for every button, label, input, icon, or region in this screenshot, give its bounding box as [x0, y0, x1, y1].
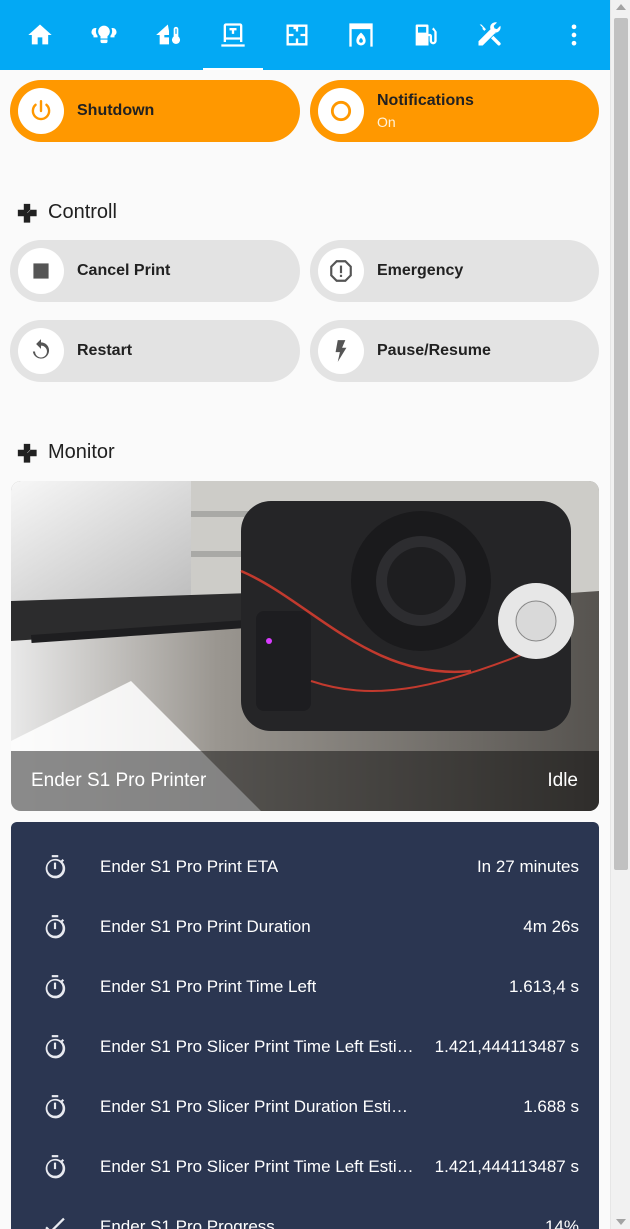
cancel-print-label: Cancel Print: [77, 262, 171, 279]
tools-icon: [478, 22, 501, 46]
ring-icon: [318, 88, 364, 134]
entity-row[interactable]: Ender S1 Pro Slicer Print Time Left Esti…: [11, 1017, 599, 1077]
fireplace-icon: [349, 23, 373, 47]
lightbulb-group-icon: [91, 25, 117, 44]
floor-plan-icon: [286, 24, 308, 46]
pause-resume-label: Pause/Resume: [377, 342, 491, 359]
timer-icon: [42, 914, 68, 940]
controll-section-title: Controll: [16, 201, 117, 224]
printer-3d-icon: [221, 23, 245, 47]
entity-name: Ender S1 Pro Slicer Print Time Left Esti…: [100, 1037, 422, 1056]
scroll-up-arrow[interactable]: [616, 4, 626, 10]
tab-floorplan[interactable]: [267, 0, 327, 70]
stop-icon: [18, 248, 64, 294]
tab-tools[interactable]: [459, 0, 519, 70]
entity-name: Ender S1 Pro Print Duration: [100, 917, 311, 936]
entities-card: Ender S1 Pro Print ETA In 27 minutes End…: [11, 822, 599, 1229]
entity-name: Ender S1 Pro Slicer Print Duration Estim…: [100, 1097, 422, 1116]
tab-home[interactable]: [10, 0, 70, 70]
pause-resume-button[interactable]: Pause/Resume: [310, 320, 599, 382]
monitor-section-title: Monitor: [16, 441, 115, 464]
home-icon: [28, 24, 52, 45]
timer-icon: [42, 1034, 68, 1060]
gamepad-icon: [17, 443, 37, 463]
cancel-print-button[interactable]: Cancel Print: [10, 240, 300, 302]
entity-name: Ender S1 Pro Progress: [100, 1217, 275, 1229]
tab-fuel[interactable]: [395, 0, 455, 70]
tab-printer[interactable]: [203, 0, 263, 70]
dots-vertical-icon: [571, 24, 577, 46]
scrollbar-thumb[interactable]: [614, 18, 628, 870]
gas-station-icon: [415, 24, 437, 46]
home-thermometer-icon: [156, 24, 181, 45]
notifications-state: On: [377, 114, 396, 130]
timer-icon: [42, 1154, 68, 1180]
entity-row[interactable]: Ender S1 Pro Print Time Left 1.613,4 s: [11, 957, 599, 1017]
scroll-down-arrow[interactable]: [616, 1219, 626, 1225]
notifications-label: Notifications: [377, 92, 474, 109]
entity-row[interactable]: Ender S1 Pro Slicer Print Time Left Esti…: [11, 1137, 599, 1197]
timer-icon: [42, 1094, 68, 1120]
restart-label: Restart: [77, 342, 133, 359]
progress-icon: [42, 1214, 68, 1229]
scrollbar[interactable]: [610, 0, 630, 1229]
gamepad-icon: [17, 203, 37, 223]
shutdown-label: Shutdown: [77, 102, 155, 119]
camera-state: Idle: [547, 770, 578, 791]
power-icon: [18, 88, 64, 134]
emergency-button[interactable]: Emergency: [310, 240, 599, 302]
timer-icon: [42, 974, 68, 1000]
controll-title-text: Controll: [48, 201, 117, 223]
entity-row[interactable]: Ender S1 Pro Progress 14%: [11, 1197, 599, 1229]
entity-name: Ender S1 Pro Print Time Left: [100, 977, 317, 996]
entity-value: 1.613,4 s: [509, 977, 579, 996]
camera-caption: Ender S1 Pro Printer Idle: [11, 751, 599, 811]
entity-value: 1.421,444113487 s: [434, 1157, 579, 1176]
entity-name: Ender S1 Pro Print ETA: [100, 857, 279, 876]
entity-value: 14%: [544, 1217, 579, 1229]
restart-icon: [18, 328, 64, 374]
entity-row[interactable]: Ender S1 Pro Slicer Print Duration Estim…: [11, 1077, 599, 1137]
emergency-label: Emergency: [377, 262, 464, 279]
camera-card[interactable]: Ender S1 Pro Printer Idle: [11, 481, 599, 811]
top-app-bar: [0, 0, 610, 70]
entity-value: 1.421,444113487 s: [434, 1037, 579, 1056]
timer-icon: [42, 854, 68, 880]
alert-octagon-icon: [318, 248, 364, 294]
entity-row[interactable]: Ender S1 Pro Print ETA In 27 minutes: [11, 837, 599, 897]
flash-icon: [318, 328, 364, 374]
overflow-menu-button[interactable]: [544, 0, 604, 70]
entity-value: 1.688 s: [523, 1097, 579, 1116]
restart-button[interactable]: Restart: [10, 320, 300, 382]
entity-value: 4m 26s: [523, 917, 579, 936]
tab-fireplace[interactable]: [331, 0, 391, 70]
entity-value: In 27 minutes: [476, 857, 579, 876]
tab-lights[interactable]: [74, 0, 134, 70]
entity-row[interactable]: Ender S1 Pro Print Duration 4m 26s: [11, 897, 599, 957]
monitor-title-text: Monitor: [48, 441, 115, 463]
notifications-button[interactable]: Notifications On: [310, 80, 599, 142]
entity-name: Ender S1 Pro Slicer Print Time Left Esti…: [100, 1157, 422, 1176]
tab-climate[interactable]: [139, 0, 199, 70]
camera-name: Ender S1 Pro Printer: [31, 770, 207, 791]
shutdown-button[interactable]: Shutdown: [10, 80, 300, 142]
